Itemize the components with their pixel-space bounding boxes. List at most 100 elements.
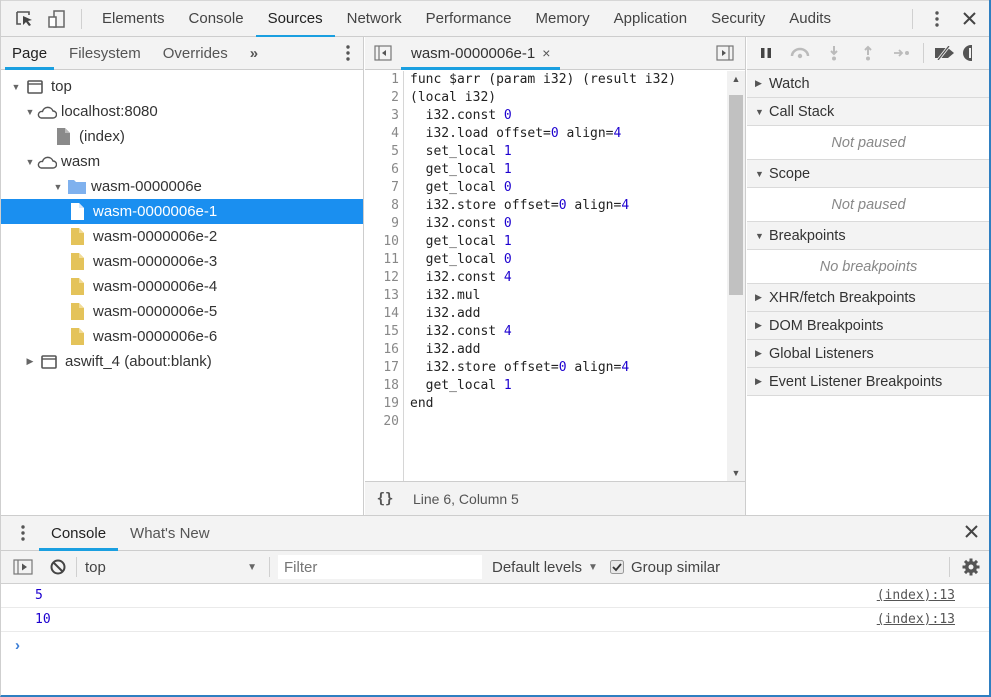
scrollbar-thumb[interactable] [729, 95, 743, 295]
tree-item[interactable]: wasm-0000006e-1 [1, 199, 363, 224]
tree-item[interactable]: ▼ wasm-0000006e [1, 174, 363, 199]
tree-item[interactable]: wasm-0000006e-5 [1, 299, 363, 324]
editor-scrollbar[interactable]: ▲ ▼ [727, 71, 745, 481]
clear-console-button[interactable] [50, 559, 72, 575]
more-tabs-button[interactable]: » [239, 37, 269, 69]
line-number[interactable]: 10 [365, 233, 403, 251]
pane-header-scope[interactable]: ▼ Scope [747, 160, 989, 188]
tree-item[interactable]: wasm-0000006e-3 [1, 249, 363, 274]
pause-button[interactable] [749, 37, 783, 69]
context-selector[interactable]: top ▼ [85, 559, 265, 576]
pane-header-dom-breakpoints[interactable]: ▶ DOM Breakpoints [747, 312, 989, 340]
navigator-tab-page[interactable]: Page [1, 37, 58, 70]
deactivate-breakpoints-button[interactable] [928, 37, 962, 69]
pane-header-xhr-fetch-breakpoints[interactable]: ▶ XHR/fetch Breakpoints [747, 284, 989, 312]
console-source-link[interactable]: (index):13 [877, 612, 955, 627]
tab-performance[interactable]: Performance [414, 1, 524, 37]
line-number[interactable]: 4 [365, 125, 403, 143]
console-settings-button[interactable] [962, 558, 980, 576]
line-number[interactable]: 11 [365, 251, 403, 269]
line-number-gutter[interactable]: 1 2 3 4 5 6 7 8 9 10 11 12 13 14 15 16 17 18 19 20 [365, 71, 404, 481]
line-number[interactable]: 13 [365, 287, 403, 305]
expanded-triangle-icon[interactable]: ▼ [25, 107, 35, 117]
close-tab-icon[interactable]: × [542, 45, 550, 61]
collapsed-triangle-icon[interactable]: ▶ [25, 356, 35, 367]
line-number[interactable]: 2 [365, 89, 403, 107]
line-number[interactable]: 15 [365, 323, 403, 341]
tree-item[interactable]: wasm-0000006e-6 [1, 324, 363, 349]
console-filter-input[interactable] [278, 555, 482, 579]
step-over-button[interactable] [783, 37, 817, 69]
toggle-navigator-button[interactable] [371, 41, 395, 65]
console-source-link[interactable]: (index):13 [877, 588, 955, 603]
tree-item[interactable]: wasm-0000006e-4 [1, 274, 363, 299]
navigator-menu-button[interactable] [333, 45, 363, 61]
tab-memory[interactable]: Memory [524, 1, 602, 37]
step-into-button[interactable] [817, 37, 851, 69]
expanded-triangle-icon[interactable]: ▼ [25, 157, 35, 167]
line-number[interactable]: 12 [365, 269, 403, 287]
show-sidebar-button[interactable] [13, 559, 35, 575]
scroll-down-arrow-icon[interactable]: ▼ [727, 468, 745, 478]
drawer-menu-button[interactable] [11, 525, 35, 541]
file-icon [67, 328, 87, 346]
line-number[interactable]: 18 [365, 377, 403, 395]
code-area[interactable]: 1 2 3 4 5 6 7 8 9 10 11 12 13 14 15 16 17 18 19 20 func $ar… [365, 71, 727, 481]
drawer-tab-console[interactable]: Console [39, 516, 119, 551]
close-drawer-button[interactable] [965, 525, 978, 541]
toggle-debugger-button[interactable] [713, 41, 737, 65]
line-number[interactable]: 8 [365, 197, 403, 215]
line-number[interactable]: 7 [365, 179, 403, 197]
tab-sources[interactable]: Sources [255, 1, 335, 38]
tree-item[interactable]: ▼ wasm [1, 149, 363, 174]
line-number[interactable]: 14 [365, 305, 403, 323]
pane-title: Breakpoints [769, 227, 846, 244]
expanded-triangle-icon[interactable]: ▼ [11, 82, 21, 92]
pane-header-watch[interactable]: ▶ Watch [747, 70, 989, 98]
line-number[interactable]: 3 [365, 107, 403, 125]
pane-header-event-listener-breakpoints[interactable]: ▶ Event Listener Breakpoints [747, 368, 989, 396]
pane-header-global-listeners[interactable]: ▶ Global Listeners [747, 340, 989, 368]
close-devtools-button[interactable] [953, 1, 985, 37]
line-number[interactable]: 1 [365, 71, 403, 89]
tab-network[interactable]: Network [335, 1, 414, 37]
tree-item[interactable]: wasm-0000006e-2 [1, 224, 363, 249]
tab-console[interactable]: Console [177, 1, 256, 37]
drawer-tab-what-s-new[interactable]: What's New [118, 516, 222, 550]
console-prompt[interactable]: › [1, 632, 989, 658]
devtools-window: Elements Console Sources Network Performance… [0, 0, 991, 697]
tab-elements[interactable]: Elements [90, 1, 177, 37]
line-number[interactable]: 6 [365, 161, 403, 179]
tab-security[interactable]: Security [699, 1, 777, 37]
customize-menu-button[interactable] [921, 1, 953, 37]
tree-item[interactable]: ▼ top [1, 74, 363, 99]
step-button[interactable] [885, 37, 919, 69]
device-toolbar-button[interactable] [41, 1, 73, 37]
step-out-button[interactable] [851, 37, 885, 69]
line-number[interactable]: 17 [365, 359, 403, 377]
line-number[interactable]: 19 [365, 395, 403, 413]
tree-item[interactable]: ▶ aswift_4 (about:blank) [1, 349, 363, 374]
navigator-tab-filesystem[interactable]: Filesystem [58, 37, 152, 69]
tree-item-label: top [51, 78, 72, 95]
pane-header-call-stack[interactable]: ▼ Call Stack [747, 98, 989, 126]
tab-application[interactable]: Application [602, 1, 699, 37]
pause-on-exceptions-button[interactable] [962, 37, 982, 69]
tree-item[interactable]: (index) [1, 124, 363, 149]
pane-header-breakpoints[interactable]: ▼ Breakpoints [747, 222, 989, 250]
line-number[interactable]: 9 [365, 215, 403, 233]
line-number[interactable]: 5 [365, 143, 403, 161]
pretty-print-button[interactable]: {} [365, 491, 405, 507]
log-levels-dropdown[interactable]: Default levels ▼ [492, 559, 598, 576]
code-line: i32.load offset=0 align=4 [410, 125, 676, 143]
tree-item[interactable]: ▼ localhost:8080 [1, 99, 363, 124]
editor-file-tab[interactable]: wasm-0000006e-1 × [401, 37, 561, 70]
tab-audits[interactable]: Audits [777, 1, 843, 37]
navigator-tab-overrides[interactable]: Overrides [152, 37, 239, 69]
expanded-triangle-icon[interactable]: ▼ [53, 182, 63, 192]
inspect-element-button[interactable] [9, 1, 41, 37]
group-similar-checkbox[interactable]: Group similar [609, 559, 720, 576]
scroll-up-arrow-icon[interactable]: ▲ [727, 74, 745, 84]
line-number[interactable]: 16 [365, 341, 403, 359]
line-number[interactable]: 20 [365, 413, 403, 431]
